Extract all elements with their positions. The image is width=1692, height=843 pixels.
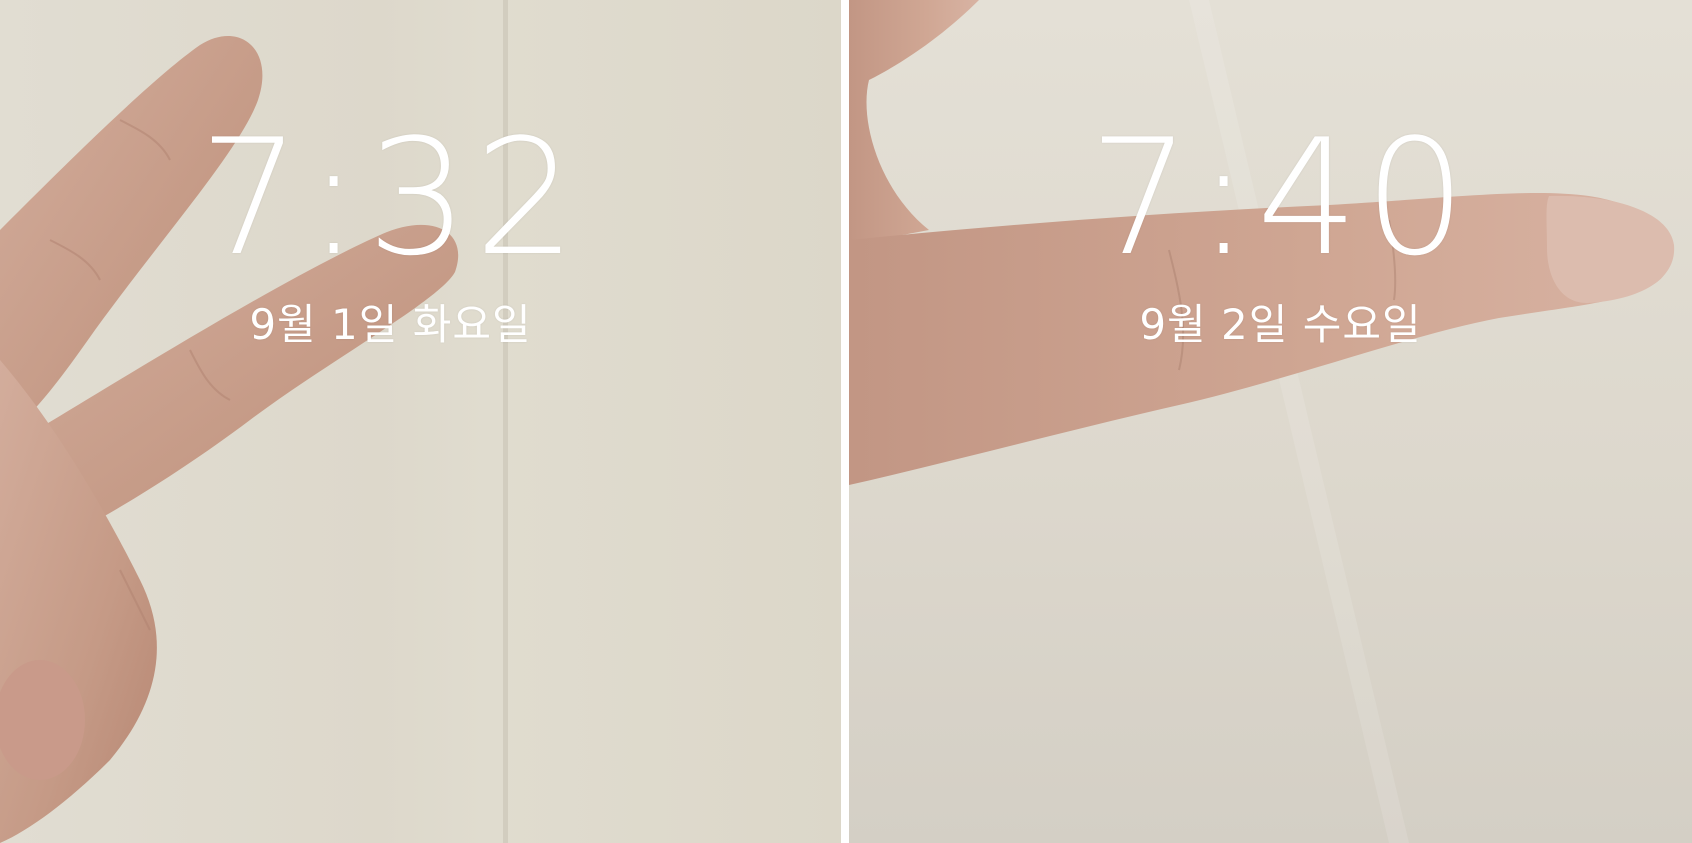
lockscreen-right: 7:40 9월 2일 수요일 bbox=[849, 0, 1692, 843]
wallpaper-photo-right bbox=[849, 0, 1675, 843]
lockscreen-left: 7:32 9월 1일 화요일 bbox=[0, 0, 841, 843]
wall-seam bbox=[503, 0, 508, 843]
lockscreen-comparison: 7:32 9월 1일 화요일 7:40 9월 2일 수요일 bbox=[0, 0, 1692, 843]
hand-photo bbox=[849, 0, 1675, 486]
panel-divider bbox=[841, 0, 849, 843]
hand-photo bbox=[0, 36, 459, 843]
light-streak bbox=[1189, 0, 1409, 843]
wallpaper-photo-left bbox=[0, 0, 508, 843]
